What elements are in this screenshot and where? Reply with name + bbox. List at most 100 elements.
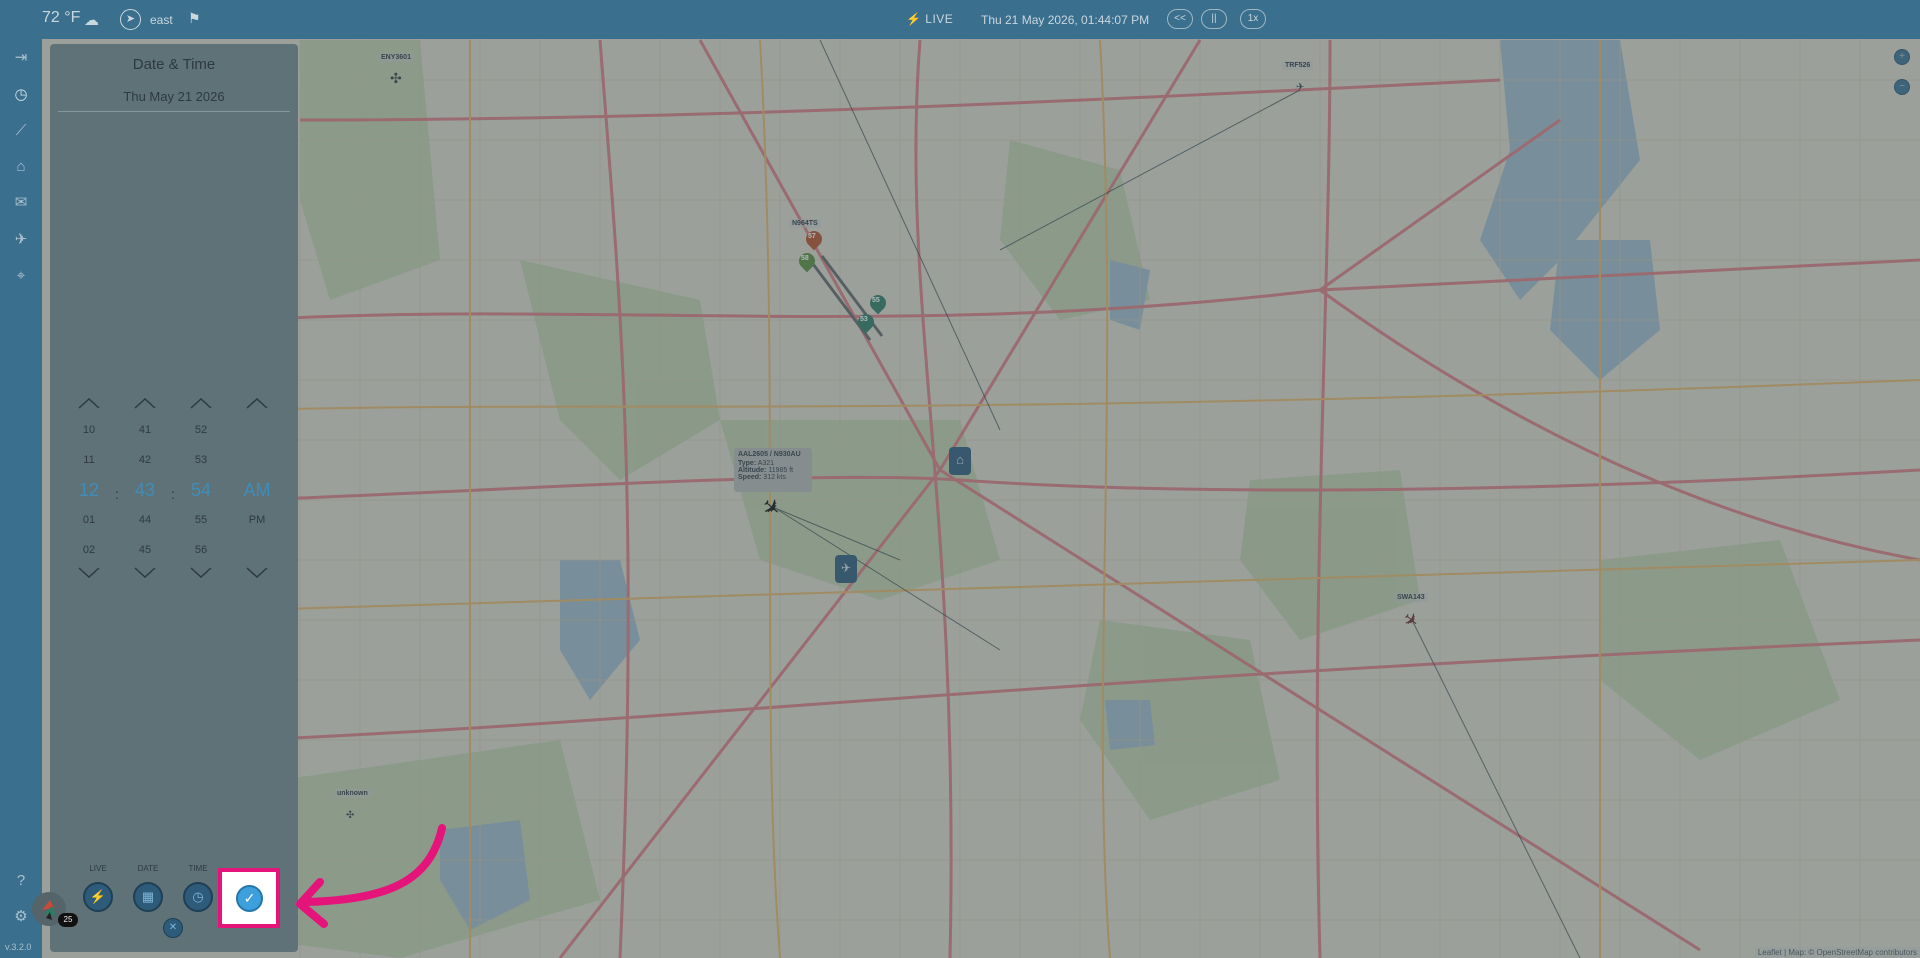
time-separator: : [115, 486, 119, 502]
seconds-option[interactable]: 55 [181, 514, 221, 526]
live-indicator[interactable]: ⚡ LIVE [906, 12, 953, 26]
minutes-option[interactable]: 41 [125, 424, 165, 436]
date-button-label: DATE [137, 864, 159, 873]
aircraft-label-n964[interactable]: N964TS [789, 219, 821, 228]
map-attribution[interactable]: Leaflet | Map: © OpenStreetMap contribut… [1754, 947, 1920, 958]
tooltip-type-label: Type: [738, 460, 757, 467]
minutes-option[interactable]: 42 [125, 454, 165, 466]
pin-label-58: 58 [801, 255, 809, 262]
minutes-up-chevron-icon[interactable] [133, 396, 157, 410]
period-up-chevron-icon[interactable] [245, 396, 269, 410]
avatar[interactable]: 25 [32, 892, 78, 927]
aircraft-label-eny[interactable]: ENY3601 [378, 53, 414, 62]
clock-icon[interactable]: ◷ [10, 84, 32, 106]
pause-button[interactable]: || [1201, 9, 1227, 29]
time-button[interactable]: ◷ [183, 882, 213, 912]
app-root: ENY3601 TRF526 N964TS SWA143 unknown ✣ ✈… [0, 0, 1920, 958]
panel-title: Date & Time [132, 56, 216, 73]
live-label: LIVE [925, 12, 954, 26]
tooltip-type-value: A321 [757, 460, 775, 467]
zoom-out-button[interactable]: − [1894, 79, 1910, 95]
time-separator: : [171, 486, 175, 502]
live-button[interactable]: ⚡ [83, 882, 113, 912]
period-down-chevron-icon[interactable] [245, 566, 269, 580]
lightning-icon: ⚡ [89, 889, 107, 904]
hours-option[interactable]: 10 [69, 424, 109, 436]
stopwatch-icon: ◷ [192, 889, 204, 904]
pin-label-55: 55 [872, 297, 880, 304]
minutes-column: 41 42 43 44 45 [125, 396, 165, 636]
hours-down-chevron-icon[interactable] [77, 566, 101, 580]
minutes-down-chevron-icon[interactable] [133, 566, 157, 580]
calendar-icon: ▦ [141, 889, 155, 904]
seconds-column: 52 53 54 55 56 [181, 396, 221, 636]
inbox-icon[interactable]: ✉ [10, 192, 32, 214]
seconds-current[interactable]: 54 [181, 480, 221, 501]
home-icon: ⌂ [956, 452, 964, 467]
tooltip-title: AAL2605 / N930AU [738, 451, 801, 458]
period-current[interactable]: AM [237, 480, 277, 501]
confirm-button[interactable]: ✓ [236, 885, 263, 912]
confirm-highlight: ✓ [218, 868, 280, 928]
zoom-in-button[interactable]: + [1894, 49, 1910, 65]
seconds-option[interactable]: 53 [181, 454, 221, 466]
location-pin-icon[interactable]: ⌖ [10, 265, 32, 287]
minutes-current[interactable]: 43 [125, 480, 165, 501]
wind-direction: east [150, 13, 173, 27]
close-icon: ✕ [168, 922, 178, 933]
hours-current[interactable]: 12 [69, 480, 109, 501]
hours-up-chevron-icon[interactable] [77, 396, 101, 410]
divider [58, 111, 290, 112]
airplane-icon[interactable]: ✈ [10, 229, 32, 251]
rewind-button[interactable]: << [1167, 9, 1193, 29]
hours-option[interactable]: 11 [69, 454, 109, 466]
airplane-icon[interactable]: ✈ [1296, 82, 1304, 93]
tooltip-altitude-label: Altitude: [738, 467, 767, 474]
speed-button[interactable]: 1x [1240, 9, 1266, 29]
seconds-option[interactable]: 52 [181, 424, 221, 436]
current-datetime: Thu 21 May 2026, 01:44:07 PM [981, 13, 1150, 27]
chart-icon[interactable]: ⟋ [10, 120, 32, 142]
flight-tooltip: AAL2605 / N930AU Type: A321 Altitude: 11… [734, 448, 812, 492]
helicopter-icon[interactable]: ✣ [390, 70, 402, 87]
date-button[interactable]: ▦ [133, 882, 163, 912]
top-bar: 72 °F ☁ ➤ east ⚑ ⚡ LIVE Thu 21 May 2026,… [0, 0, 1920, 39]
home-marker[interactable]: ⌂ [949, 447, 971, 475]
hours-column: 10 11 12 01 02 [69, 396, 109, 636]
home-icon[interactable]: ⌂ [10, 156, 32, 178]
hours-option[interactable]: 01 [69, 514, 109, 526]
lightning-icon: ⚡ [906, 12, 922, 26]
left-rail: ⇥ ◷ ⟋ ⌂ ✉ ✈ ⌖ ? ⚙ v.3.2.0 [0, 39, 42, 958]
help-icon[interactable]: ? [10, 870, 32, 892]
tooltip-speed-value: 312 kts [763, 474, 786, 481]
exit-icon[interactable]: ⇥ [10, 47, 32, 69]
selected-date: Thu May 21 2026 [123, 89, 225, 104]
period-option[interactable]: PM [237, 514, 277, 526]
period-column: AM PM [237, 396, 277, 636]
version-label: v.3.2.0 [5, 942, 32, 952]
seconds-up-chevron-icon[interactable] [189, 396, 213, 410]
annotation-arrow [296, 824, 446, 928]
aircraft-label-unknown[interactable]: unknown [334, 789, 371, 798]
windsock-icon: ⚑ [188, 10, 201, 26]
seconds-option[interactable]: 56 [181, 544, 221, 556]
time-button-label: TIME [188, 864, 208, 873]
live-button-label: LIVE [89, 864, 107, 873]
hours-option[interactable]: 02 [69, 544, 109, 556]
aircraft-label-trf[interactable]: TRF526 [1282, 61, 1314, 70]
tooltip-altitude-value: 11985 ft [768, 467, 794, 474]
checkmark-icon: ✓ [243, 890, 256, 906]
aircraft-label-swa[interactable]: SWA143 [1394, 593, 1428, 602]
date-time-panel: Date & Time Thu May 21 2026 10 11 12 01 … [50, 44, 298, 952]
seconds-down-chevron-icon[interactable] [189, 566, 213, 580]
minutes-option[interactable]: 45 [125, 544, 165, 556]
notification-count: 25 [58, 913, 78, 927]
tooltip-speed-label: Speed: [738, 474, 762, 481]
airport-marker[interactable]: ✈ [835, 555, 857, 583]
temperature: 72 °F [42, 9, 81, 26]
pin-label-57: 57 [808, 233, 816, 240]
close-button[interactable]: ✕ [163, 918, 183, 938]
minutes-option[interactable]: 44 [125, 514, 165, 526]
gear-icon[interactable]: ⚙ [10, 906, 32, 928]
cloud-icon: ☁ [84, 12, 99, 29]
